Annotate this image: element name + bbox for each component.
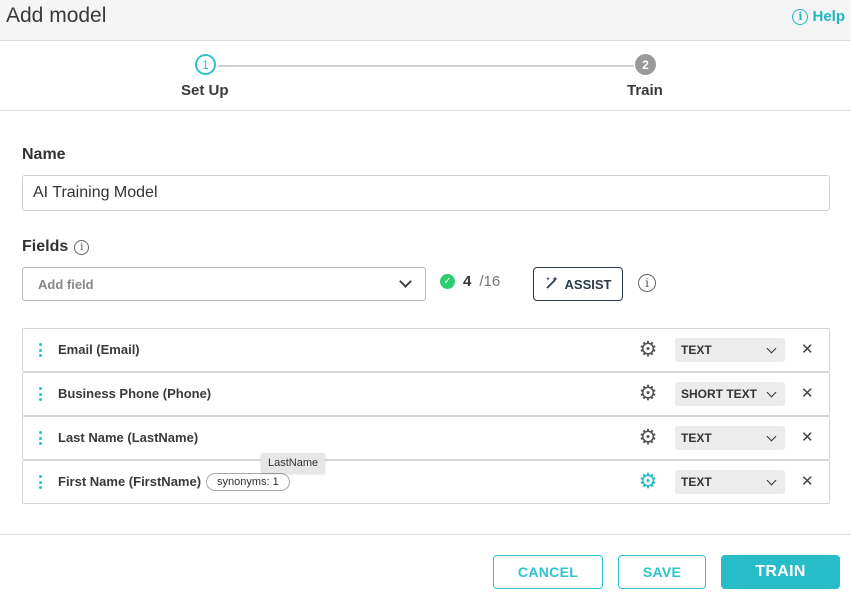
- field-count-value: 4: [463, 273, 472, 290]
- cancel-button[interactable]: CANCEL: [493, 555, 603, 589]
- synonyms-badge[interactable]: synonyms: 1: [206, 473, 290, 491]
- field-name: First Name (FirstName): [58, 474, 202, 489]
- fields-heading: Fields i: [22, 238, 90, 256]
- field-type-select[interactable]: TEXT: [675, 338, 785, 362]
- gear-icon[interactable]: ⚙: [638, 427, 658, 448]
- model-name-input[interactable]: [22, 175, 830, 211]
- step-2-indicator[interactable]: 2: [635, 54, 656, 75]
- step-1-indicator[interactable]: 1: [195, 54, 216, 75]
- field-row[interactable]: First Name (FirstName) synonyms: 1 ⚙ TEX…: [22, 460, 830, 504]
- chevron-down-icon: [766, 343, 777, 353]
- check-circle-icon: ✓: [440, 274, 455, 289]
- step-2-label[interactable]: Train: [627, 82, 663, 99]
- field-count: ✓ 4 /16: [440, 273, 500, 290]
- info-icon: i: [792, 8, 809, 25]
- drag-handle-icon[interactable]: [39, 343, 42, 357]
- field-type-value: SHORT TEXT: [681, 387, 758, 401]
- field-type-value: TEXT: [681, 475, 712, 489]
- help-label: Help: [812, 8, 845, 25]
- close-icon[interactable]: ✕: [801, 340, 814, 358]
- drag-handle-icon[interactable]: [39, 475, 42, 489]
- field-name: Business Phone (Phone): [58, 386, 212, 401]
- stepper: 1 Set Up 2 Train: [0, 41, 851, 111]
- fields-label: Fields: [22, 238, 69, 255]
- field-row[interactable]: Business Phone (Phone) ⚙ SHORT TEXT ✕: [22, 372, 830, 416]
- header-bar: Add model i Help: [0, 0, 851, 41]
- help-link[interactable]: i Help: [792, 8, 845, 25]
- info-icon[interactable]: i: [74, 239, 90, 255]
- chevron-down-icon: [766, 475, 777, 485]
- close-icon[interactable]: ✕: [801, 472, 814, 490]
- magic-wand-icon: [545, 276, 559, 293]
- chevron-down-icon: [766, 431, 777, 441]
- close-icon[interactable]: ✕: [801, 384, 814, 402]
- field-count-total: /16: [479, 273, 501, 290]
- name-label: Name: [22, 146, 66, 163]
- page-title: Add model: [6, 4, 107, 27]
- field-type-select[interactable]: TEXT: [675, 470, 785, 494]
- add-field-dropdown[interactable]: Add field: [22, 267, 426, 301]
- drag-handle-icon[interactable]: [39, 431, 42, 445]
- chevron-down-icon: [766, 387, 777, 397]
- field-row[interactable]: Email (Email) ⚙ TEXT ✕: [22, 328, 830, 372]
- chevron-down-icon: [399, 275, 412, 288]
- gear-icon[interactable]: ⚙: [638, 339, 658, 360]
- step-1-label[interactable]: Set Up: [181, 82, 229, 99]
- add-field-placeholder: Add field: [38, 276, 94, 292]
- field-name: Email (Email): [58, 342, 140, 357]
- footer-divider: [0, 534, 851, 535]
- tooltip: LastName: [261, 453, 326, 473]
- save-button[interactable]: SAVE: [618, 555, 706, 589]
- assist-button[interactable]: ASSIST: [533, 267, 623, 301]
- step-connector: [218, 65, 634, 67]
- train-button[interactable]: TRAIN: [721, 555, 840, 589]
- assist-label: ASSIST: [564, 276, 612, 292]
- info-icon[interactable]: i: [638, 274, 656, 292]
- close-icon[interactable]: ✕: [801, 428, 814, 446]
- field-type-select[interactable]: SHORT TEXT: [675, 382, 785, 406]
- field-type-value: TEXT: [681, 431, 712, 445]
- gear-icon[interactable]: ⚙: [638, 471, 658, 492]
- field-type-value: TEXT: [681, 343, 712, 357]
- field-row[interactable]: Last Name (LastName) ⚙ TEXT ✕: [22, 416, 830, 460]
- field-name: Last Name (LastName): [58, 430, 199, 445]
- gear-icon[interactable]: ⚙: [638, 383, 658, 404]
- drag-handle-icon[interactable]: [39, 387, 42, 401]
- field-type-select[interactable]: TEXT: [675, 426, 785, 450]
